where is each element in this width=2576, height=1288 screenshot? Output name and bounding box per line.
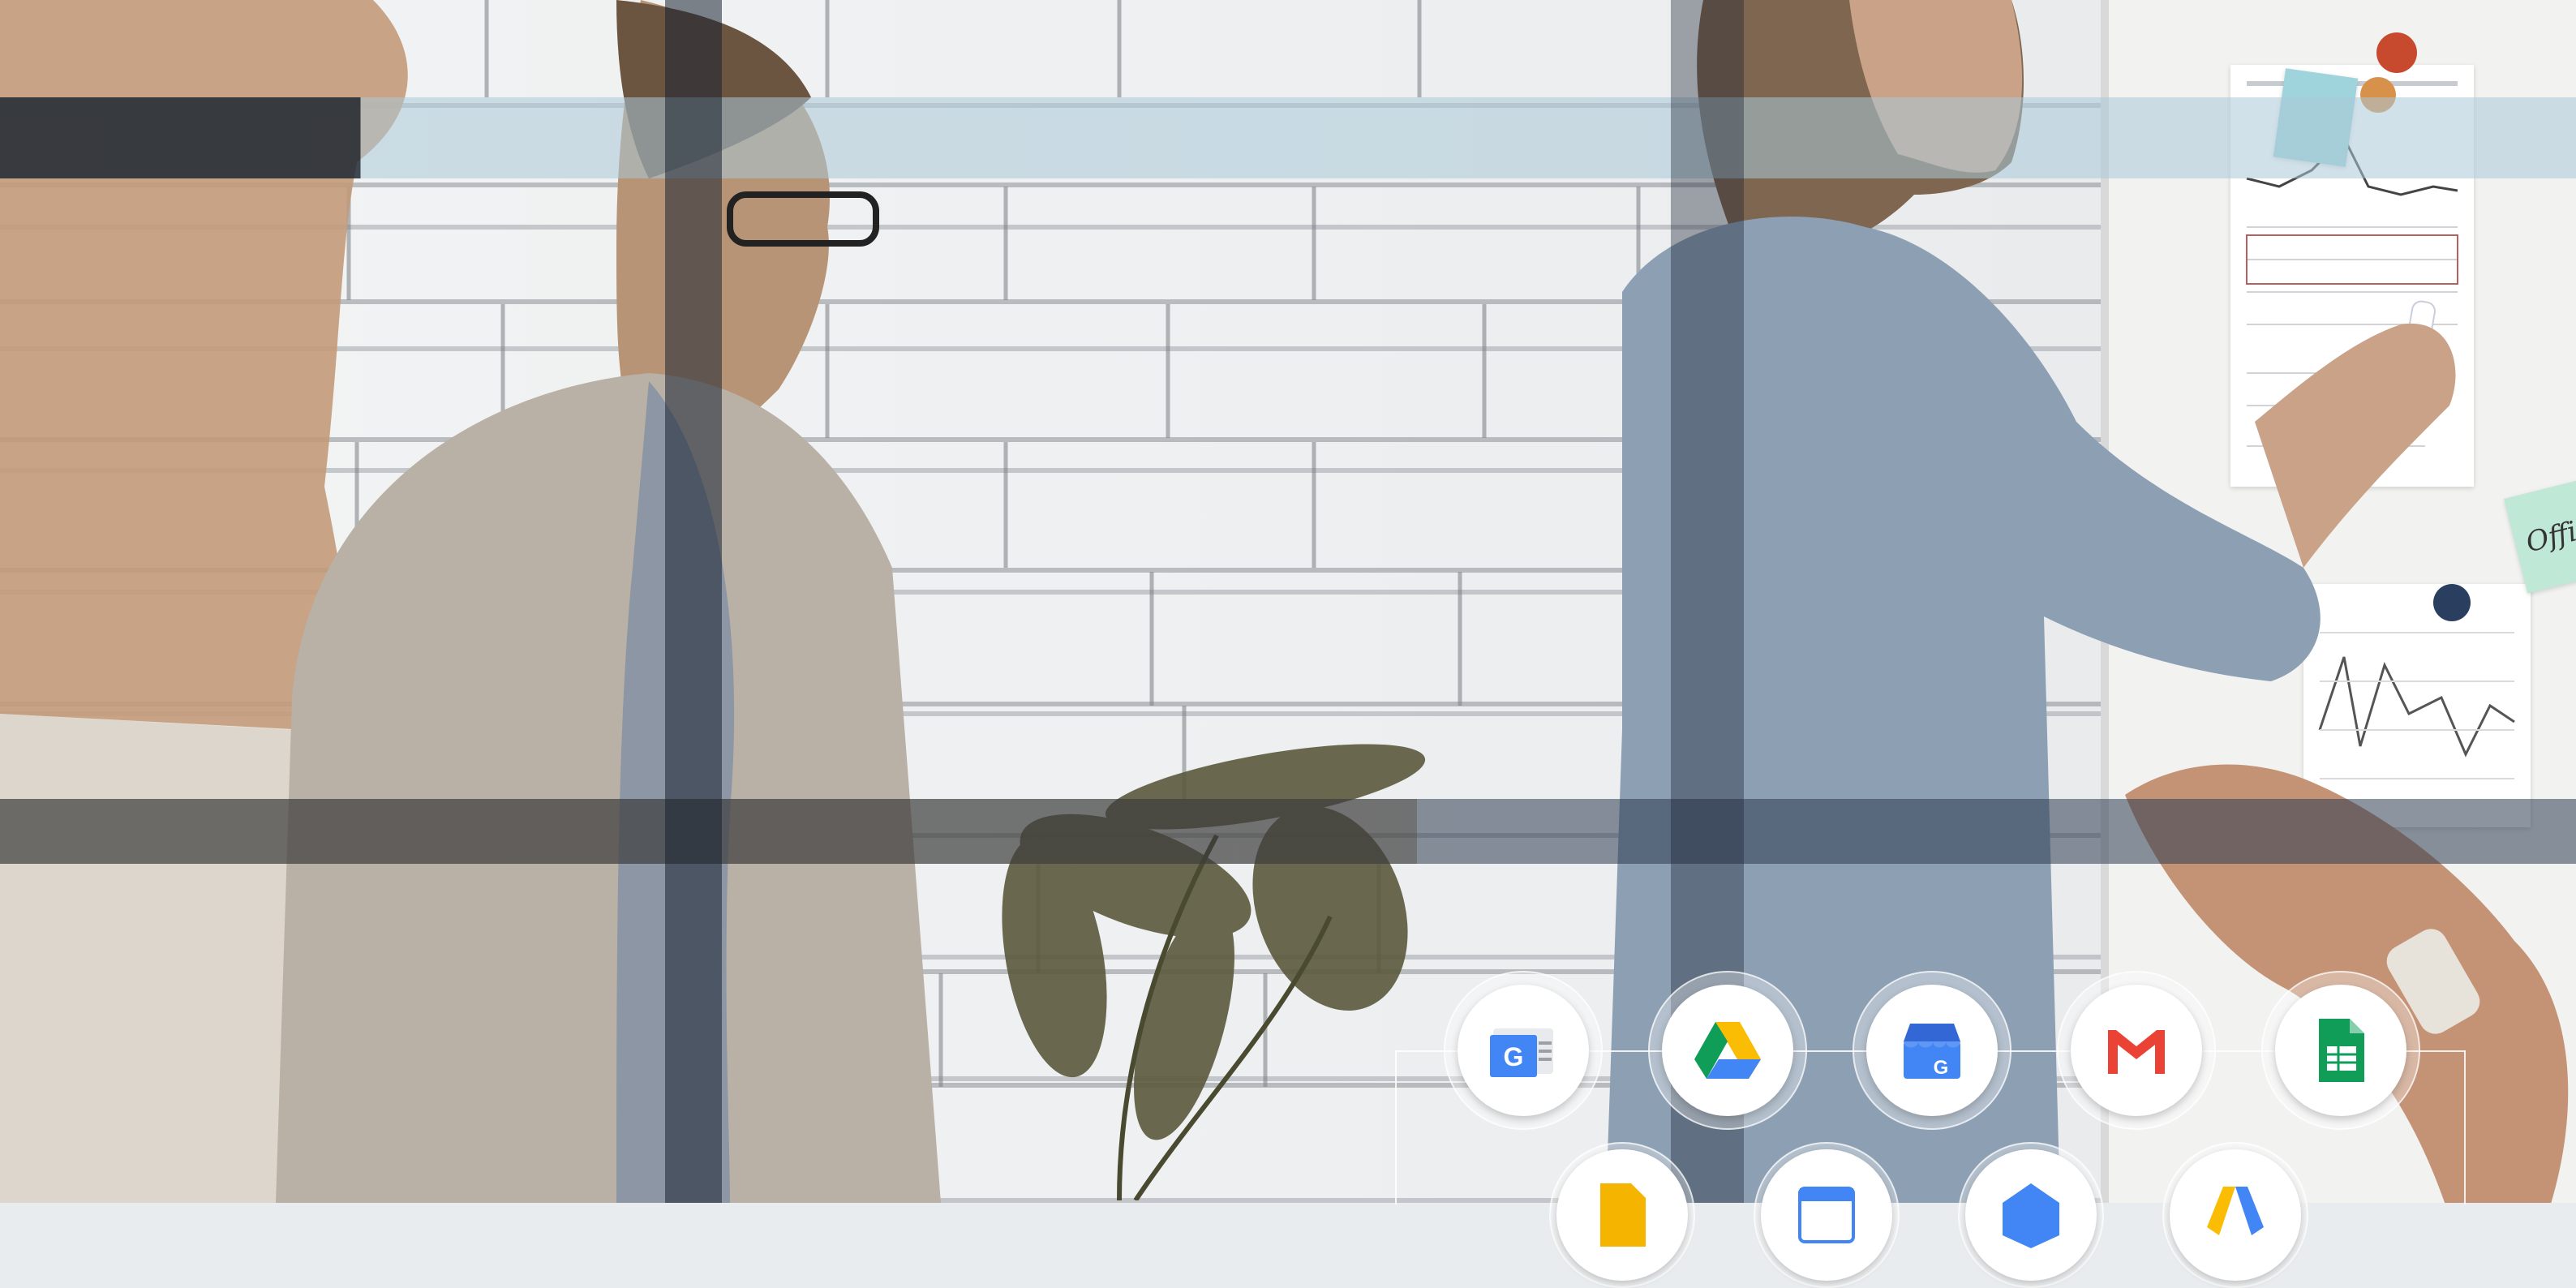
connector-line-left	[1395, 1050, 1397, 1204]
google-drive-button[interactable]	[1648, 971, 1807, 1130]
window-frame-vertical-left	[665, 0, 722, 1203]
sticky-note-text: Offic	[2522, 511, 2576, 560]
google-ads-button[interactable]	[2162, 1142, 2308, 1288]
google-sheets-button[interactable]	[2261, 971, 2420, 1130]
google-tag-button[interactable]	[1958, 1142, 2104, 1288]
google-drive-icon	[1694, 1022, 1761, 1079]
google-news-icon: G	[1490, 1028, 1553, 1077]
google-sheets-icon	[2319, 1019, 2364, 1082]
google-calendar-icon	[1798, 1187, 1855, 1243]
google-slides-icon	[1600, 1183, 1646, 1247]
svg-text:G: G	[1504, 1042, 1524, 1071]
google-calendar-button[interactable]	[1754, 1142, 1900, 1288]
window-frame-middle	[0, 799, 2576, 864]
google-tag-icon	[2003, 1183, 2059, 1248]
sticky-note-green: Offic	[2504, 477, 2576, 594]
svg-text:G: G	[1934, 1057, 1949, 1079]
google-ads-icon	[2207, 1187, 2264, 1235]
window-frame-top	[0, 97, 2576, 178]
google-my-business-icon: G	[1904, 1024, 1960, 1079]
gmail-icon	[2108, 1030, 2165, 1074]
gmail-button[interactable]	[2057, 971, 2216, 1130]
google-my-business-button[interactable]: G	[1853, 971, 2011, 1130]
connector-line-right	[2464, 1050, 2466, 1204]
app-icons-panel: G G	[1395, 957, 2474, 1288]
google-news-button[interactable]: G	[1444, 971, 1603, 1130]
google-slides-button[interactable]	[1549, 1142, 1695, 1288]
